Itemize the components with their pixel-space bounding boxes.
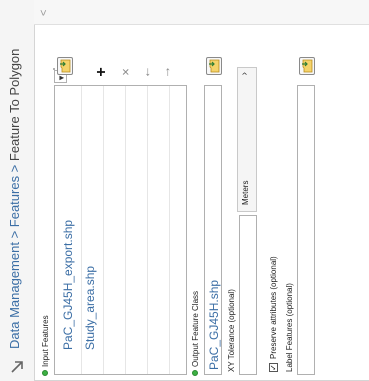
chevron-down-icon: ▼ — [57, 74, 66, 82]
move-down-button[interactable]: → — [158, 64, 174, 80]
folder-icon — [60, 59, 71, 73]
xy-tolerance-unit-select[interactable]: Meters › — [237, 67, 257, 212]
browse-label-features-button[interactable] — [299, 57, 315, 75]
output-feature-class-input[interactable]: PaC_GJ45H.shp — [204, 85, 222, 375]
browse-output-button[interactable] — [206, 57, 222, 75]
scrollbar[interactable]: < — [34, 0, 369, 25]
required-indicator-icon — [42, 370, 48, 376]
unit-label: Meters — [241, 180, 250, 205]
tool-title: Feature To Polygon — [7, 48, 22, 162]
list-item[interactable]: PaC_GJ45H_export.shp — [61, 220, 75, 350]
preserve-attributes-label: Preserve attributes (optional) — [269, 256, 278, 359]
back-icon[interactable] — [8, 357, 26, 375]
parameters-panel: Input Features PaC_GJ45H_export.shp Stud… — [34, 0, 369, 381]
panel-divider — [34, 0, 35, 380]
label-features-label: Label Features (optional) — [285, 283, 294, 372]
required-indicator-icon — [192, 370, 198, 376]
preserve-attributes-checkbox[interactable]: ✓ — [269, 363, 278, 372]
label-features-input[interactable] — [297, 85, 315, 375]
chevron-down-icon: › — [239, 72, 250, 76]
xy-tolerance-label: XY Tolerance (optional) — [227, 289, 236, 372]
breadcrumb-path[interactable]: Data Management > Features > — [7, 161, 22, 349]
add-button[interactable]: + — [93, 64, 110, 80]
input-features-label: Input Features — [41, 315, 50, 367]
breadcrumb[interactable]: Data Management > Features > Feature To … — [7, 49, 22, 349]
folder-icon — [209, 59, 220, 73]
list-item[interactable]: Study_area.shp — [83, 266, 97, 350]
browse-input-button[interactable] — [57, 57, 73, 75]
output-feature-class-value: PaC_GJ45H.shp — [207, 279, 221, 370]
output-feature-class-label: Output Feature Class — [191, 290, 200, 367]
tool-dialog: Data Management > Features > Feature To … — [0, 0, 369, 381]
scroll-up-button[interactable]: < — [38, 10, 50, 16]
xy-tolerance-input[interactable] — [239, 215, 257, 375]
move-up-button[interactable]: ← — [138, 64, 154, 80]
folder-icon — [302, 59, 313, 73]
input-features-list[interactable]: PaC_GJ45H_export.shp Study_area.shp — [53, 68, 187, 375]
header-bar: Data Management > Features > Feature To … — [0, 0, 34, 381]
remove-button[interactable]: × — [118, 64, 134, 80]
